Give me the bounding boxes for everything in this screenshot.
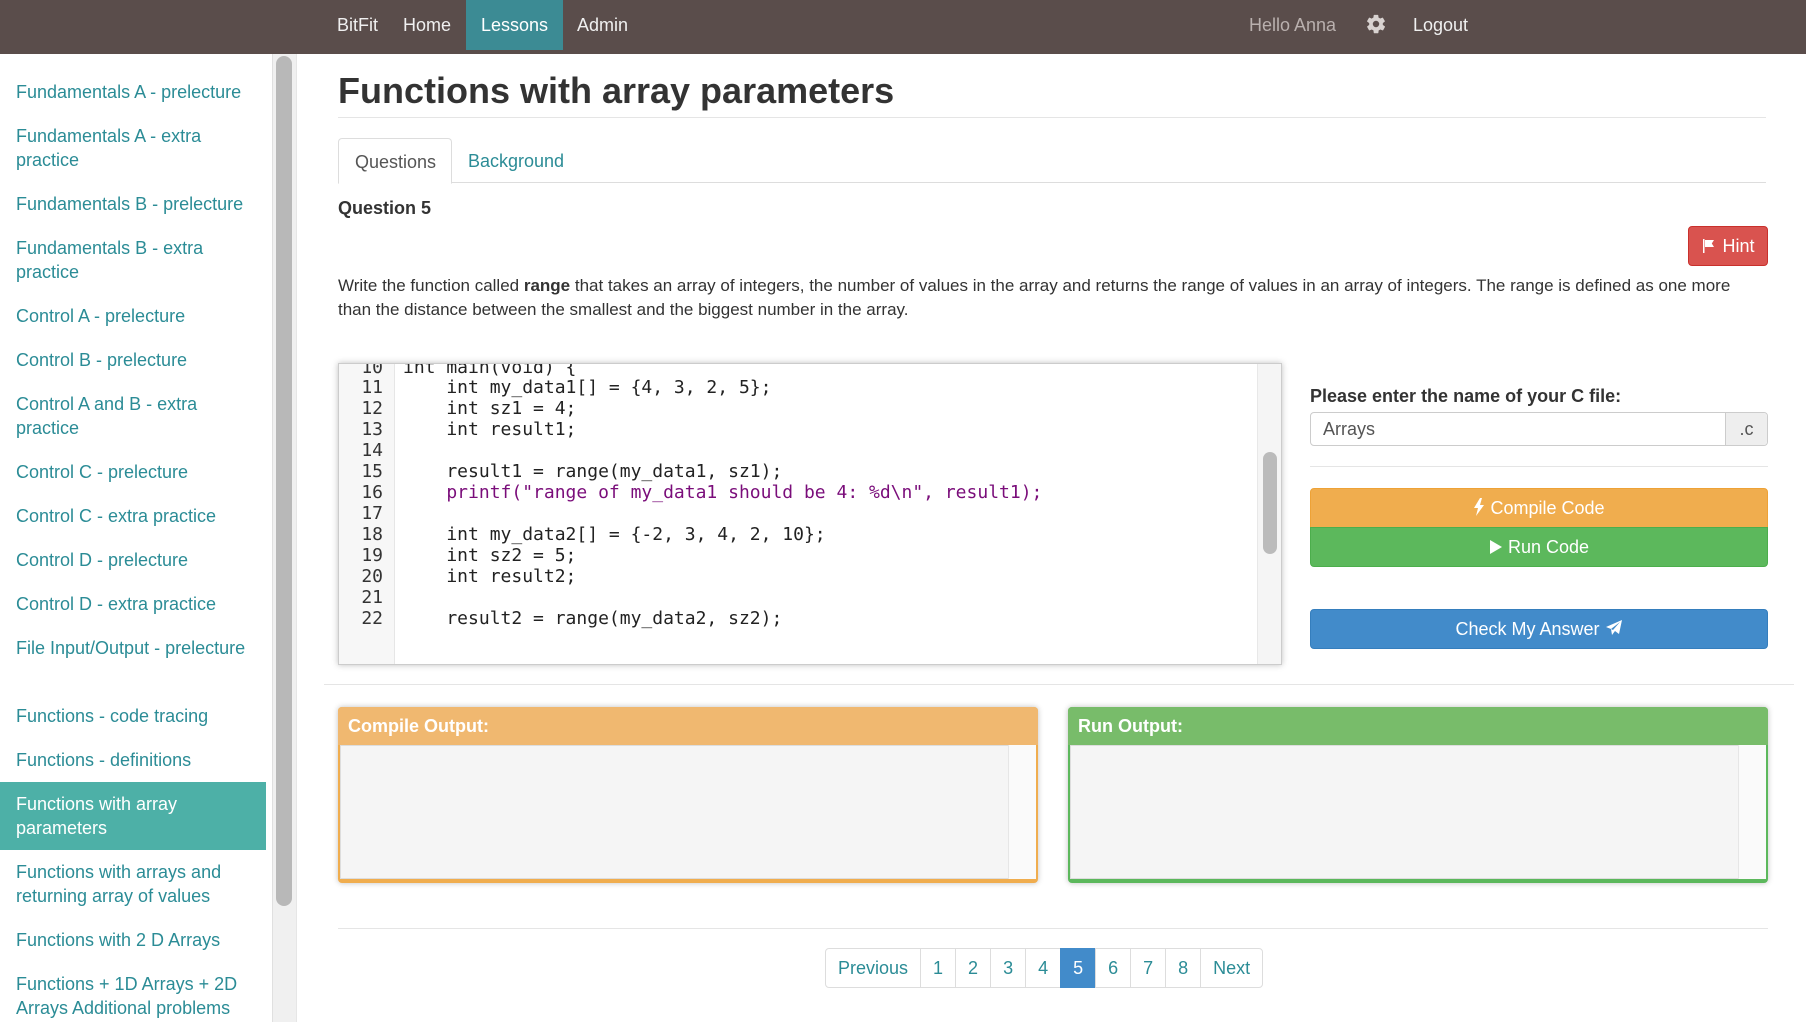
tab-background[interactable]: Background bbox=[452, 138, 580, 184]
lesson-sidebar: Fundamentals A - prelecture Fundamentals… bbox=[0, 54, 266, 1022]
sidebar-item-fundamentals-b-extra[interactable]: Fundamentals B - extra practice bbox=[0, 236, 266, 284]
divider bbox=[338, 117, 1766, 118]
question-text: Write the function called range that tak… bbox=[338, 274, 1768, 322]
hint-label: Hint bbox=[1722, 236, 1755, 256]
sidebar-item-functions-2d-arrays[interactable]: Functions with 2 D Arrays bbox=[0, 928, 266, 952]
pagination-previous[interactable]: Previous bbox=[825, 948, 922, 988]
sidebar-item-control-c-extra[interactable]: Control C - extra practice bbox=[0, 504, 266, 528]
play-icon bbox=[1489, 537, 1503, 557]
editor-scrollbar-thumb[interactable] bbox=[1263, 452, 1277, 554]
function-name: range bbox=[523, 276, 571, 295]
compile-output-panel: Compile Output: bbox=[338, 707, 1038, 883]
question-number: Question 5 bbox=[338, 198, 432, 218]
hint-button[interactable]: Hint bbox=[1688, 226, 1768, 266]
sidebar-scrollbar-thumb[interactable] bbox=[276, 56, 292, 906]
file-name-group: .c bbox=[1310, 412, 1768, 446]
tab-questions[interactable]: Questions bbox=[338, 138, 452, 184]
tab-bar: Questions Background bbox=[338, 138, 1766, 184]
compile-output-scrollbar[interactable] bbox=[1008, 745, 1036, 879]
nav-lessons[interactable]: Lessons bbox=[466, 0, 564, 50]
run-output-panel: Run Output: bbox=[1068, 707, 1768, 883]
pagination-page-active[interactable]: 5 bbox=[1060, 948, 1097, 988]
gear-icon[interactable] bbox=[1365, 13, 1387, 35]
sidebar-item-functions-arrays-returning[interactable]: Functions with arrays and returning arra… bbox=[0, 860, 266, 908]
run-output-scrollbar[interactable] bbox=[1738, 745, 1766, 879]
run-code-label: Run Code bbox=[1507, 537, 1590, 557]
logout-link[interactable]: Logout bbox=[1398, 0, 1483, 50]
bolt-icon bbox=[1473, 498, 1485, 518]
paper-plane-icon bbox=[1605, 619, 1623, 639]
code-text: int result1; bbox=[403, 419, 577, 440]
code-text: result2 = range(my_data2, sz2); bbox=[403, 608, 783, 629]
page-title: Functions with array parameters bbox=[338, 70, 895, 111]
run-output-title: Run Output: bbox=[1068, 707, 1768, 745]
sidebar-item-control-b-prelecture[interactable]: Control B - prelecture bbox=[0, 348, 266, 372]
compile-output-title: Compile Output: bbox=[338, 707, 1038, 745]
sidebar-item-functions-definitions[interactable]: Functions - definitions bbox=[0, 748, 266, 772]
compile-code-button[interactable]: Compile Code bbox=[1310, 488, 1768, 528]
top-navbar: BitFit Home Lessons Admin Hello Anna Log… bbox=[0, 0, 1806, 54]
pagination-page[interactable]: 3 bbox=[990, 948, 1027, 988]
sidebar-item-control-d-extra[interactable]: Control D - extra practice bbox=[0, 592, 266, 616]
sidebar-item-fundamentals-b-prelecture[interactable]: Fundamentals B - prelecture bbox=[0, 192, 266, 216]
file-extension-addon: .c bbox=[1725, 413, 1767, 445]
question-text-part: Write the function called bbox=[338, 276, 524, 295]
pagination-next[interactable]: Next bbox=[1200, 948, 1264, 988]
main-content: Functions with array parameters Question… bbox=[296, 54, 1806, 1022]
pagination-page[interactable]: 4 bbox=[1025, 948, 1062, 988]
compile-output-area[interactable] bbox=[340, 745, 1036, 879]
pagination-page[interactable]: 7 bbox=[1130, 948, 1167, 988]
divider bbox=[324, 684, 1794, 685]
flag-icon bbox=[1701, 236, 1717, 256]
sidebar-item-functions-code-tracing[interactable]: Functions - code tracing bbox=[0, 704, 266, 728]
code-editor[interactable]: 10 int main(void) { 11 int my_data1[] = {… bbox=[338, 363, 1282, 665]
pagination-page[interactable]: 1 bbox=[920, 948, 957, 988]
check-answer-label: Check My Answer bbox=[1455, 619, 1600, 639]
run-code-button[interactable]: Run Code bbox=[1310, 527, 1768, 567]
pagination-page[interactable]: 2 bbox=[955, 948, 992, 988]
nav-admin[interactable]: Admin bbox=[562, 0, 643, 50]
divider bbox=[338, 928, 1768, 929]
sidebar-item-file-io-prelecture[interactable]: File Input/Output - prelecture bbox=[0, 636, 266, 660]
code-text: printf("range of my_data1 should be 4: %… bbox=[403, 482, 1043, 503]
sidebar-item-functions-additional[interactable]: Functions + 1D Arrays + 2D Arrays Additi… bbox=[0, 972, 266, 1020]
code-text: int result2; bbox=[403, 566, 577, 587]
sidebar-item-control-a-prelecture[interactable]: Control A - prelecture bbox=[0, 304, 266, 328]
pagination-page[interactable]: 6 bbox=[1095, 948, 1132, 988]
file-name-input[interactable] bbox=[1311, 413, 1725, 445]
run-output-area[interactable] bbox=[1070, 745, 1766, 879]
sidebar-item-fundamentals-a-extra[interactable]: Fundamentals A - extra practice bbox=[0, 124, 266, 172]
user-greeting: Hello Anna bbox=[1249, 15, 1337, 35]
sidebar-item-control-c-prelecture[interactable]: Control C - prelecture bbox=[0, 460, 266, 484]
pagination-page[interactable]: 8 bbox=[1165, 948, 1202, 988]
question-pagination: Previous 1 2 3 4 5 6 7 8 Next bbox=[825, 948, 1264, 988]
sidebar-item-control-d-prelecture[interactable]: Control D - prelecture bbox=[0, 548, 266, 572]
divider bbox=[1310, 466, 1768, 467]
sidebar-item-fundamentals-a-prelecture[interactable]: Fundamentals A - prelecture bbox=[0, 80, 266, 104]
nav-home[interactable]: Home bbox=[388, 0, 466, 50]
compile-code-label: Compile Code bbox=[1490, 498, 1605, 518]
brand-link[interactable]: BitFit bbox=[322, 0, 393, 50]
file-name-label: Please enter the name of your C file: bbox=[1310, 386, 1622, 406]
sidebar-item-control-a-b-extra[interactable]: Control A and B - extra practice bbox=[0, 392, 266, 440]
line-number: 22 bbox=[361, 608, 383, 629]
check-answer-button[interactable]: Check My Answer bbox=[1310, 609, 1768, 649]
sidebar-item-functions-array-parameters[interactable]: Functions with array parameters bbox=[0, 782, 266, 850]
